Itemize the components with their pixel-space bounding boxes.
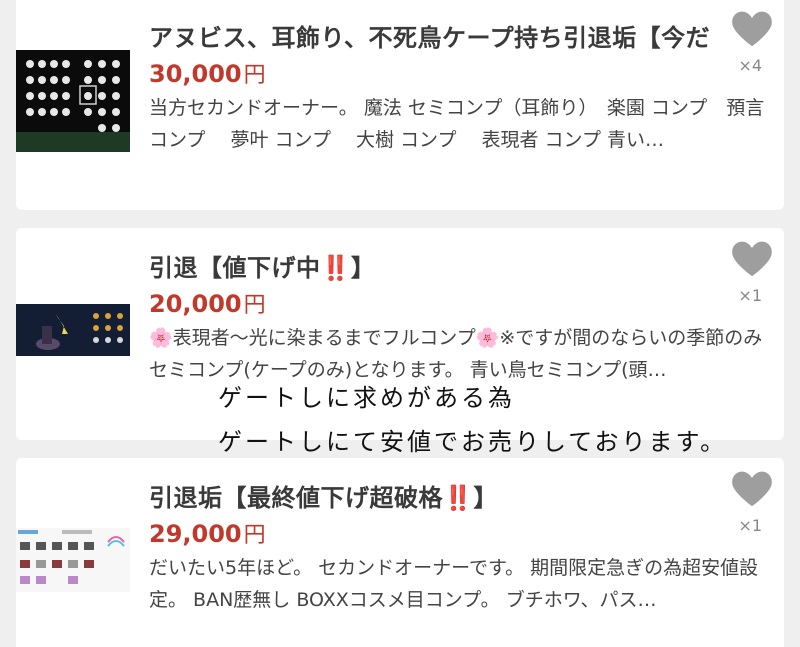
listing-price: 20,000円 [149, 287, 266, 319]
listing-thumbnail[interactable] [16, 50, 130, 152]
listing-price: 29,000円 [149, 517, 266, 549]
inventory-screenshot-image [16, 528, 130, 592]
price-value: 20,000 [149, 290, 242, 318]
listing-description: 🌸表現者〜光に染まるまでフルコンプ🌸※ですが間のならいの季節のみセミコンプ(ケー… [149, 327, 763, 381]
like-count: ×4 [738, 56, 762, 75]
overlay-note-line-2: ゲートしにて安値でお売りしております。 [218, 428, 728, 456]
like-count: ×1 [738, 286, 762, 305]
heart-icon[interactable] [730, 468, 774, 508]
listing-title[interactable]: 引退【値下げ中‼️】 [149, 248, 709, 283]
listing-price: 30,000円 [149, 57, 266, 89]
listing-title[interactable]: アヌビス、耳飾り、不死鳥ケープ持ち引退垢【今だ [149, 18, 709, 53]
character-image [16, 304, 130, 356]
listing-thumbnail[interactable] [16, 304, 130, 356]
price-value: 29,000 [149, 520, 242, 548]
heart-icon[interactable] [730, 8, 774, 48]
mask-grid-image [16, 50, 130, 152]
price-currency: 円 [243, 293, 266, 318]
listing-thumbnail[interactable] [16, 528, 130, 592]
overlay-note-line-1: ゲートしに求めがある為 [218, 384, 515, 412]
listing-description: 当方セカンドオーナー。 魔法 セミコンプ（耳飾り） 楽園 コンプ 預言 コンプ … [149, 97, 765, 151]
listing-card[interactable]: 引退垢【最終値下げ超破格‼️】 29,000円 だいたい5年ほど。 セカンドオー… [16, 458, 784, 647]
listing-description: だいたい5年ほど。 セカンドオーナーです。 期間限定急ぎの為超安値設定。 BAN… [149, 557, 759, 611]
price-currency: 円 [243, 63, 266, 88]
listing-title[interactable]: 引退垢【最終値下げ超破格‼️】 [149, 478, 709, 513]
listing-card[interactable]: アヌビス、耳飾り、不死鳥ケープ持ち引退垢【今だ 30,000円 当方セカンドオー… [16, 0, 784, 210]
price-value: 30,000 [149, 60, 242, 88]
like-count: ×1 [738, 516, 762, 535]
heart-icon[interactable] [730, 238, 774, 278]
price-currency: 円 [243, 523, 266, 548]
